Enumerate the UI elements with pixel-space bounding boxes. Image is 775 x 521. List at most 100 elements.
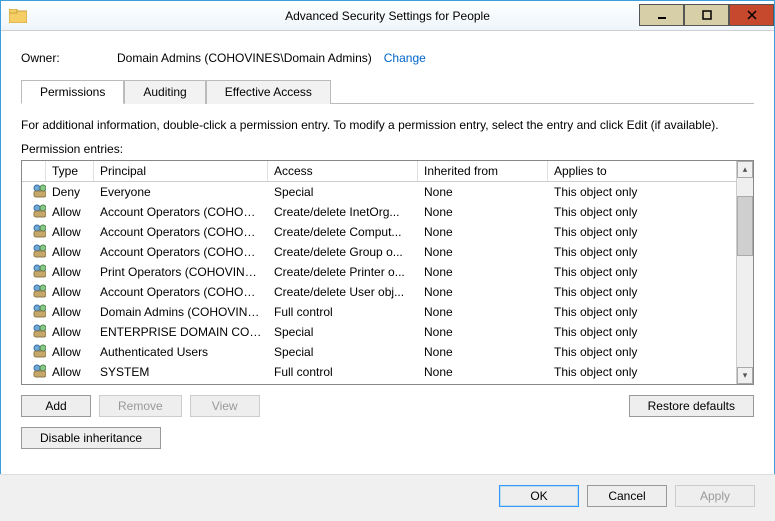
col-type[interactable]: Type	[46, 161, 94, 181]
table-row[interactable]: AllowAccount Operators (COHOVI...Create/…	[22, 202, 736, 222]
disable-inheritance-button[interactable]: Disable inheritance	[21, 427, 161, 449]
cell-applies: This object only	[548, 305, 736, 319]
cell-principal: Everyone	[94, 185, 268, 199]
cell-applies: This object only	[548, 345, 736, 359]
cell-type: Allow	[46, 345, 94, 359]
cell-principal: Account Operators (COHOVI...	[94, 245, 268, 259]
table-row[interactable]: AllowAccount Operators (COHOVI...Create/…	[22, 222, 736, 242]
table-row[interactable]: DenyEveryoneSpecialNoneThis object only	[22, 182, 736, 202]
cell-inherited: None	[418, 245, 548, 259]
permissions-table: Type Principal Access Inherited from App…	[21, 160, 754, 385]
cell-type: Allow	[46, 285, 94, 299]
cell-applies: This object only	[548, 245, 736, 259]
table-row[interactable]: AllowENTERPRISE DOMAIN CONT...SpecialNon…	[22, 322, 736, 342]
window-controls	[639, 5, 774, 26]
table-header: Type Principal Access Inherited from App…	[22, 161, 736, 182]
window-title: Advanced Security Settings for People	[285, 9, 490, 23]
tab-permissions[interactable]: Permissions	[21, 80, 124, 104]
cell-inherited: None	[418, 265, 548, 279]
table-row[interactable]: AllowSYSTEMFull controlNoneThis object o…	[22, 362, 736, 382]
cell-inherited: None	[418, 225, 548, 239]
cell-applies: This object only	[548, 285, 736, 299]
tab-auditing[interactable]: Auditing	[124, 80, 205, 104]
dialog-footer: OK Cancel Apply	[0, 474, 775, 521]
add-button[interactable]: Add	[21, 395, 91, 417]
table-row[interactable]: AllowAccount Operators (COHOVI...Create/…	[22, 282, 736, 302]
change-owner-link[interactable]: Change	[384, 51, 426, 65]
cell-type: Allow	[46, 205, 94, 219]
cell-applies: This object only	[548, 225, 736, 239]
minimize-button[interactable]	[639, 4, 684, 26]
principal-icon	[32, 348, 46, 362]
cancel-button[interactable]: Cancel	[587, 485, 667, 507]
scroll-down-button[interactable]: ▾	[737, 367, 753, 384]
cell-access: Full control	[268, 305, 418, 319]
cell-principal: SYSTEM	[94, 365, 268, 379]
table-row[interactable]: AllowDomain Admins (COHOVINE...Full cont…	[22, 302, 736, 322]
cell-type: Allow	[46, 365, 94, 379]
cell-applies: This object only	[548, 205, 736, 219]
cell-principal: Authenticated Users	[94, 345, 268, 359]
col-inherited[interactable]: Inherited from	[418, 161, 548, 181]
scroll-track[interactable]	[737, 178, 753, 367]
col-icon[interactable]	[22, 161, 46, 181]
cell-type: Deny	[46, 185, 94, 199]
titlebar: Advanced Security Settings for People	[1, 1, 774, 31]
table-row[interactable]: AllowPrint Operators (COHOVINES...Create…	[22, 262, 736, 282]
cell-applies: This object only	[548, 185, 736, 199]
owner-label: Owner:	[21, 51, 117, 65]
close-button[interactable]	[729, 4, 774, 26]
principal-icon	[32, 368, 46, 382]
cell-access: Special	[268, 325, 418, 339]
principal-icon	[32, 328, 46, 342]
cell-principal: Domain Admins (COHOVINE...	[94, 305, 268, 319]
cell-access: Create/delete Printer o...	[268, 265, 418, 279]
apply-button: Apply	[675, 485, 755, 507]
restore-defaults-button[interactable]: Restore defaults	[629, 395, 754, 417]
table-row[interactable]: AllowAuthenticated UsersSpecialNoneThis …	[22, 342, 736, 362]
cell-principal: Account Operators (COHOVI...	[94, 205, 268, 219]
cell-applies: This object only	[548, 325, 736, 339]
remove-button: Remove	[99, 395, 182, 417]
info-text: For additional information, double-click…	[21, 118, 754, 132]
ok-button[interactable]: OK	[499, 485, 579, 507]
principal-icon	[32, 288, 46, 302]
cell-access: Special	[268, 345, 418, 359]
cell-applies: This object only	[548, 265, 736, 279]
view-button: View	[190, 395, 260, 417]
col-applies[interactable]: Applies to	[548, 161, 736, 181]
cell-principal: Account Operators (COHOVI...	[94, 225, 268, 239]
cell-access: Full control	[268, 365, 418, 379]
cell-inherited: None	[418, 365, 548, 379]
cell-inherited: None	[418, 205, 548, 219]
cell-access: Create/delete User obj...	[268, 285, 418, 299]
col-principal[interactable]: Principal	[94, 161, 268, 181]
owner-value: Domain Admins (COHOVINES\Domain Admins)	[117, 51, 372, 65]
entries-label: Permission entries:	[21, 142, 754, 156]
principal-icon	[32, 188, 46, 202]
tab-strip: Permissions Auditing Effective Access	[21, 79, 754, 104]
principal-icon	[32, 228, 46, 242]
cell-type: Allow	[46, 245, 94, 259]
scroll-up-button[interactable]: ▴	[737, 161, 753, 178]
tab-effective-access[interactable]: Effective Access	[206, 80, 331, 104]
cell-inherited: None	[418, 285, 548, 299]
principal-icon	[32, 268, 46, 282]
cell-type: Allow	[46, 265, 94, 279]
cell-applies: This object only	[548, 365, 736, 379]
owner-row: Owner: Domain Admins (COHOVINES\Domain A…	[21, 51, 754, 65]
folder-icon	[9, 9, 27, 23]
table-row[interactable]: AllowAccount Operators (COHOVI...Create/…	[22, 242, 736, 262]
cell-type: Allow	[46, 225, 94, 239]
cell-access: Create/delete Comput...	[268, 225, 418, 239]
cell-access: Create/delete InetOrg...	[268, 205, 418, 219]
cell-inherited: None	[418, 345, 548, 359]
cell-access: Special	[268, 185, 418, 199]
scroll-thumb[interactable]	[737, 196, 753, 256]
col-access[interactable]: Access	[268, 161, 418, 181]
principal-icon	[32, 208, 46, 222]
cell-type: Allow	[46, 325, 94, 339]
principal-icon	[32, 248, 46, 262]
maximize-button[interactable]	[684, 4, 729, 26]
vertical-scrollbar[interactable]: ▴ ▾	[736, 161, 753, 384]
